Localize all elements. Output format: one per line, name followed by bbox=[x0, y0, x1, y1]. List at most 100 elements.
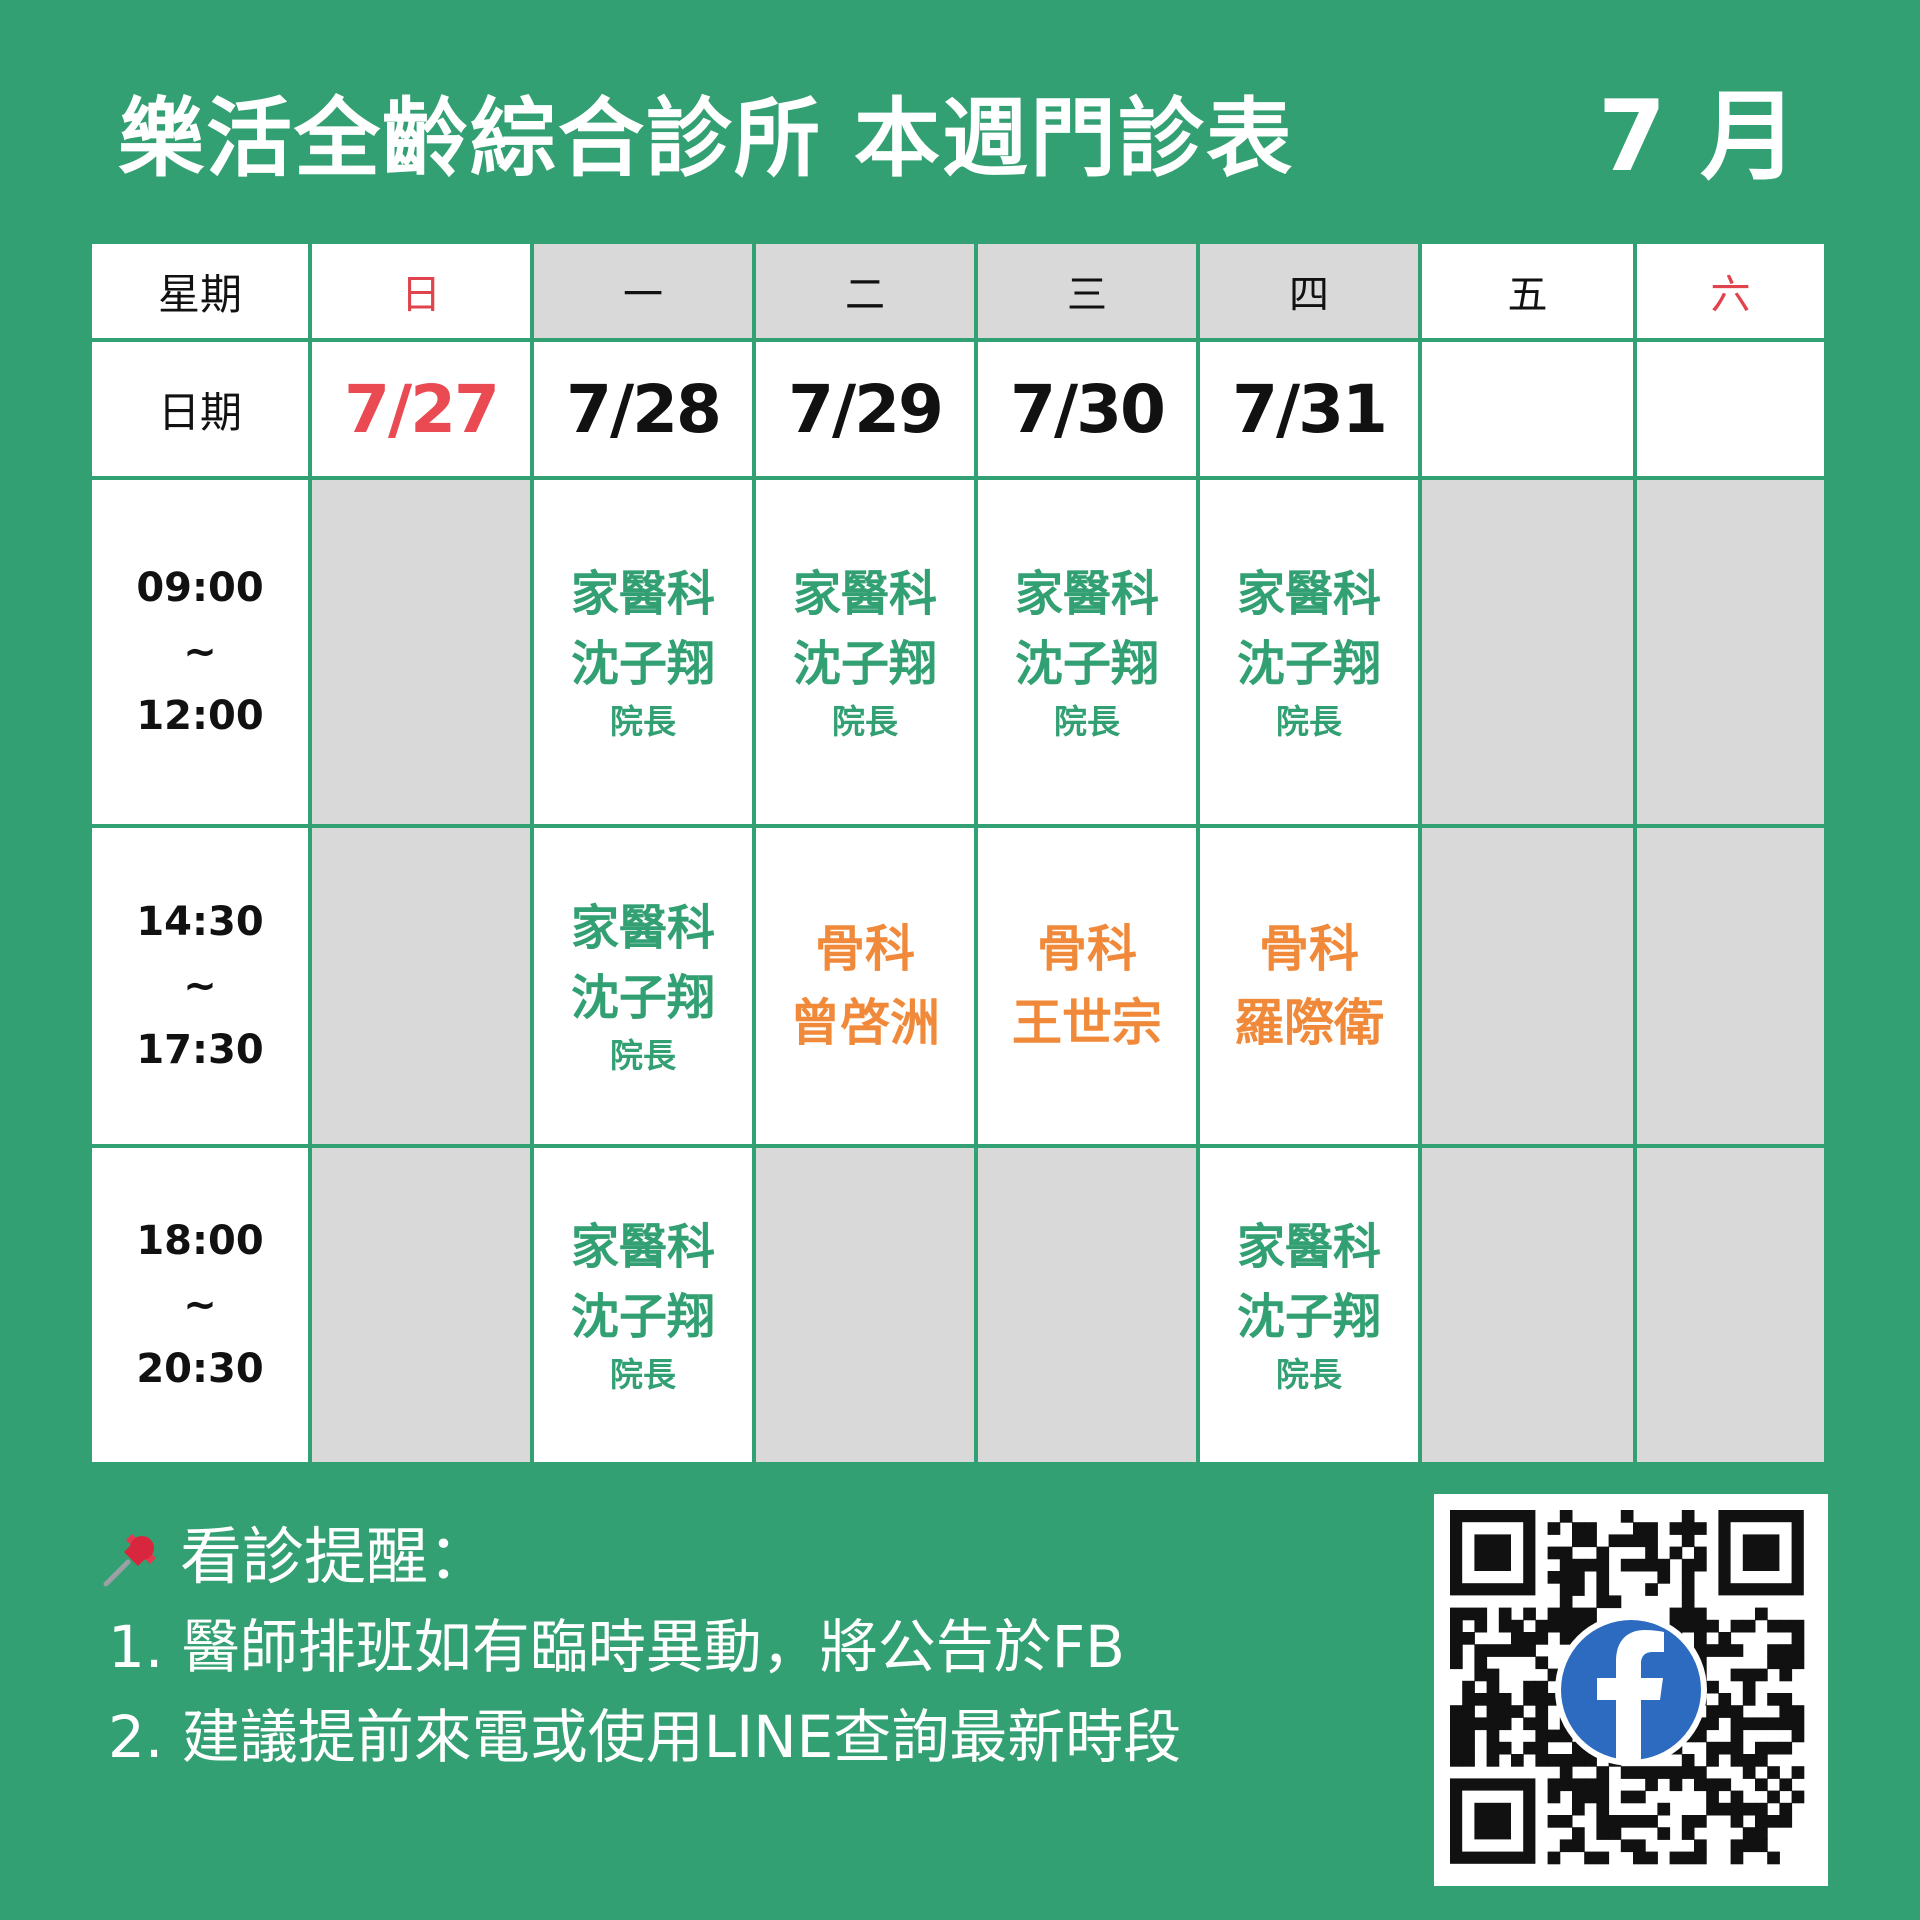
doctor-name: 沈子翔 bbox=[570, 970, 715, 1026]
doctor-title: 院長 bbox=[1054, 702, 1120, 741]
page-title: 樂活全齡綜合診所 本週門診表 bbox=[118, 89, 1294, 189]
reminder-heading-row: 看診提醒： bbox=[98, 1512, 1181, 1602]
clinic-slot: 骨科 王世宗 bbox=[978, 828, 1196, 1144]
weekday-cell: 三 bbox=[978, 244, 1196, 338]
doctor-name: 羅際衛 bbox=[1234, 994, 1384, 1052]
reminder-item-1: 1. 醫師排班如有臨時異動，將公告於FB bbox=[108, 1613, 1125, 1681]
doctor-name: 沈子翔 bbox=[570, 636, 715, 692]
reminder-item-2: 2. 建議提前來電或使用LINE查詢最新時段 bbox=[108, 1703, 1182, 1771]
session-end: 20:30 bbox=[136, 1346, 264, 1392]
department-name: 家醫科 bbox=[1014, 566, 1159, 622]
department-name: 家醫科 bbox=[570, 900, 715, 956]
doctor-title: 院長 bbox=[1276, 1355, 1342, 1394]
department-name: 骨科 bbox=[815, 920, 915, 978]
department-name: 家醫科 bbox=[792, 566, 937, 622]
facebook-icon bbox=[1555, 1614, 1707, 1766]
date-label: 日期 bbox=[157, 387, 242, 437]
date-cell: 7/27 bbox=[312, 342, 530, 476]
department-name: 家醫科 bbox=[1236, 1219, 1381, 1275]
closed-slot bbox=[1422, 480, 1633, 824]
clinic-slot: 家醫科 沈子翔 院長 bbox=[534, 480, 752, 824]
doctor-title: 院長 bbox=[610, 1355, 676, 1394]
date-value: 7/29 bbox=[788, 370, 944, 448]
doctor-name: 曾啓洲 bbox=[790, 994, 940, 1052]
clinic-slot: 家醫科 沈子翔 院長 bbox=[756, 480, 974, 824]
doctor-name: 沈子翔 bbox=[570, 1289, 715, 1345]
date-header-label: 日期 bbox=[92, 342, 308, 476]
weekday-label: 星期 bbox=[157, 269, 242, 319]
weekday-name: 六 bbox=[1710, 272, 1751, 318]
department-name: 骨科 bbox=[1037, 920, 1137, 978]
session-separator: ~ bbox=[183, 629, 217, 675]
facebook-qr-code[interactable] bbox=[1434, 1494, 1828, 1886]
date-value: 7/30 bbox=[1010, 370, 1166, 448]
session-end: 12:00 bbox=[136, 693, 264, 739]
department-name: 骨科 bbox=[1259, 920, 1359, 978]
date-value: 7/28 bbox=[566, 370, 722, 448]
doctor-name: 王世宗 bbox=[1012, 994, 1162, 1052]
weekday-name: 三 bbox=[1067, 272, 1107, 318]
doctor-name: 沈子翔 bbox=[1014, 636, 1159, 692]
closed-slot bbox=[1422, 1148, 1633, 1462]
reminder-section: 看診提醒： 1. 醫師排班如有臨時異動，將公告於FB 2. 建議提前來電或使用L… bbox=[98, 1512, 1181, 1782]
closed-slot bbox=[1422, 828, 1633, 1144]
department-name: 家醫科 bbox=[570, 566, 715, 622]
closed-slot bbox=[756, 1148, 974, 1462]
session-start: 09:00 bbox=[136, 565, 264, 611]
clinic-slot: 骨科 曾啓洲 bbox=[756, 828, 974, 1144]
session-end: 17:30 bbox=[136, 1027, 264, 1073]
clinic-slot: 家醫科 沈子翔 院長 bbox=[1200, 1148, 1418, 1462]
weekday-cell: 一 bbox=[534, 244, 752, 338]
session-time-cell: 14:30 ~17:30 bbox=[92, 828, 308, 1144]
department-name: 家醫科 bbox=[570, 1219, 715, 1275]
month-label: 7 月 bbox=[1598, 80, 1799, 194]
closed-slot bbox=[1637, 1148, 1824, 1462]
weekday-cell: 五 bbox=[1422, 244, 1633, 338]
pushpin-icon bbox=[103, 1534, 156, 1587]
date-cell: 7/29 bbox=[756, 342, 974, 476]
reminder-heading: 看診提醒： bbox=[180, 1520, 491, 1593]
doctor-name: 沈子翔 bbox=[792, 636, 937, 692]
doctor-name: 沈子翔 bbox=[1236, 636, 1381, 692]
weekday-cell: 二 bbox=[756, 244, 974, 338]
session-time-cell: 18:00 ~20:30 bbox=[92, 1148, 308, 1462]
clinic-slot: 家醫科 沈子翔 院長 bbox=[1200, 480, 1418, 824]
closed-slot bbox=[1637, 480, 1824, 824]
schedule-table: 星期 日 一 二 三 四 五 六日期 7/27 7/28 7/29 7/30 7/31 09:00 ~12:… bbox=[92, 244, 1828, 1466]
closed-slot bbox=[1637, 828, 1824, 1144]
session-separator: ~ bbox=[183, 1282, 217, 1328]
weekday-name: 四 bbox=[1289, 272, 1329, 318]
closed-slot bbox=[312, 1148, 530, 1462]
session-separator: ~ bbox=[183, 963, 217, 1009]
weekday-name: 五 bbox=[1507, 272, 1548, 318]
weekday-name: 二 bbox=[845, 272, 885, 318]
doctor-title: 院長 bbox=[610, 702, 676, 741]
date-cell: 7/30 bbox=[978, 342, 1196, 476]
weekday-cell: 日 bbox=[312, 244, 530, 338]
clinic-slot: 骨科 羅際衛 bbox=[1200, 828, 1418, 1144]
date-cell bbox=[1637, 342, 1824, 476]
weekday-header-label: 星期 bbox=[92, 244, 308, 338]
date-value: 7/31 bbox=[1232, 370, 1388, 448]
weekday-cell: 四 bbox=[1200, 244, 1418, 338]
closed-slot bbox=[312, 828, 530, 1144]
weekday-name: 一 bbox=[623, 272, 663, 318]
session-start: 18:00 bbox=[136, 1218, 264, 1264]
doctor-title: 院長 bbox=[1276, 702, 1342, 741]
date-value: 7/27 bbox=[344, 370, 500, 448]
session-start: 14:30 bbox=[136, 899, 264, 945]
date-cell: 7/28 bbox=[534, 342, 752, 476]
doctor-title: 院長 bbox=[610, 1036, 676, 1075]
date-cell bbox=[1422, 342, 1633, 476]
doctor-name: 沈子翔 bbox=[1236, 1289, 1381, 1345]
closed-slot bbox=[312, 480, 530, 824]
clinic-slot: 家醫科 沈子翔 院長 bbox=[978, 480, 1196, 824]
closed-slot bbox=[978, 1148, 1196, 1462]
doctor-title: 院長 bbox=[832, 702, 898, 741]
weekday-name: 日 bbox=[401, 272, 441, 318]
clinic-slot: 家醫科 沈子翔 院長 bbox=[534, 828, 752, 1144]
weekday-cell: 六 bbox=[1637, 244, 1824, 338]
department-name: 家醫科 bbox=[1236, 566, 1381, 622]
clinic-slot: 家醫科 沈子翔 院長 bbox=[534, 1148, 752, 1462]
session-time-cell: 09:00 ~12:00 bbox=[92, 480, 308, 824]
